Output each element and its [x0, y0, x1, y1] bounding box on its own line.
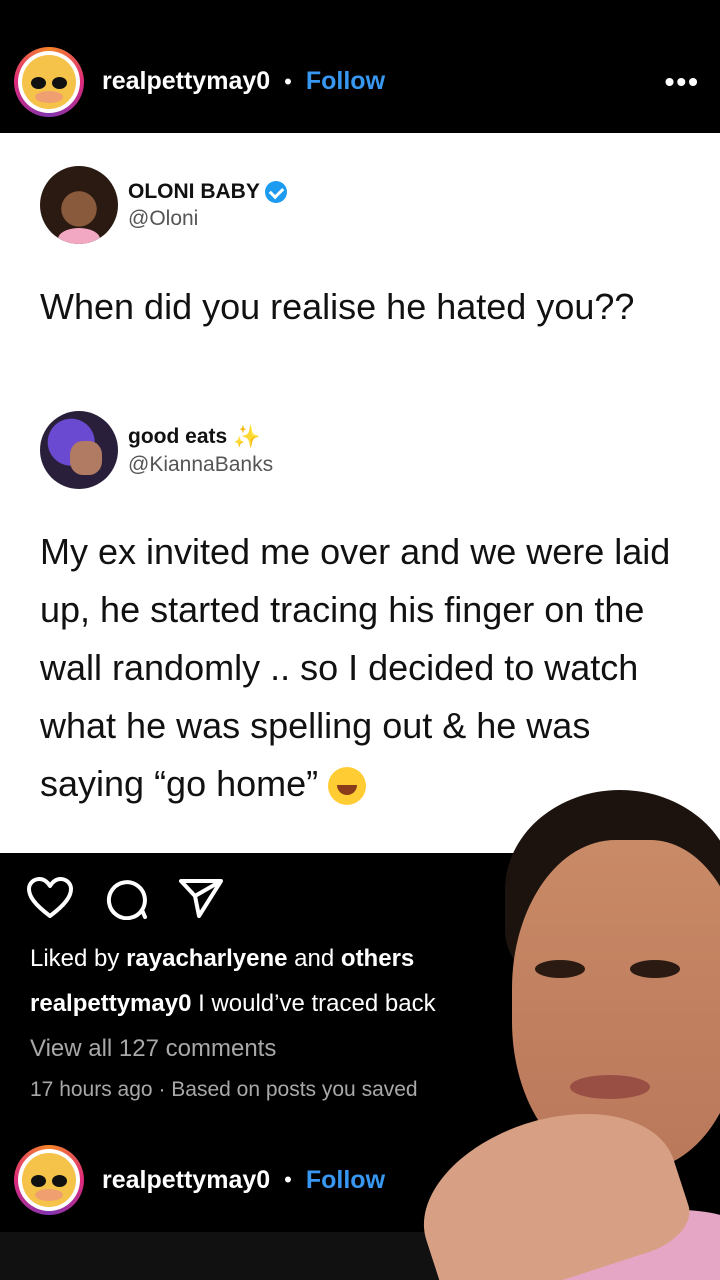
- follow-button[interactable]: Follow: [306, 67, 385, 96]
- verified-badge-icon: [264, 180, 287, 203]
- tweet-author-name: OLONI BABY: [128, 179, 260, 203]
- caption-text: I would’ve traced back: [191, 990, 436, 1017]
- separator-dot: •: [284, 1167, 292, 1192]
- post-image[interactable]: OLONI BABY @Oloni When did you realise h…: [0, 133, 720, 853]
- tweet-avatar: [40, 411, 118, 489]
- tweet-author-name: good eats: [128, 424, 228, 448]
- reaction-video-overlay: [400, 790, 720, 1280]
- post-username[interactable]: realpettymay0: [102, 1166, 270, 1195]
- heart-icon[interactable]: [26, 876, 74, 920]
- avatar-image: [22, 54, 76, 109]
- post-actions: [26, 876, 224, 920]
- more-options-button[interactable]: •••: [665, 66, 700, 98]
- avatar-image: [22, 1153, 76, 1207]
- profile-avatar[interactable]: [14, 46, 84, 117]
- comment-icon[interactable]: [104, 876, 148, 920]
- liked-by-user-link[interactable]: rayacharlyene: [126, 945, 287, 972]
- caption-username-link[interactable]: realpettymay0: [30, 990, 191, 1017]
- post-header: realpettymay0 • Follow •••: [0, 30, 720, 133]
- suggestion-reason: Based on posts you saved: [171, 1078, 418, 1101]
- tweet-avatar: [40, 166, 118, 244]
- profile-avatar[interactable]: [14, 1145, 84, 1215]
- tweet-header: good eats ✨ @KiannaBanks: [40, 411, 273, 489]
- post-username[interactable]: realpettymay0: [102, 67, 270, 96]
- tweet-text: When did you realise he hated you??: [40, 286, 635, 327]
- separator-dot: •: [284, 68, 292, 94]
- tweet-handle: @KiannaBanks: [128, 452, 274, 476]
- follow-button[interactable]: Follow: [306, 1166, 385, 1195]
- tweet-text: My ex invited me over and we were laid u…: [40, 531, 671, 806]
- sparkle-icon: ✨: [233, 423, 261, 449]
- send-icon[interactable]: [178, 877, 224, 919]
- tweet-handle: @Oloni: [128, 206, 199, 230]
- tweet-header: OLONI BABY @Oloni: [40, 166, 287, 244]
- laughing-emoji-icon: [328, 767, 367, 806]
